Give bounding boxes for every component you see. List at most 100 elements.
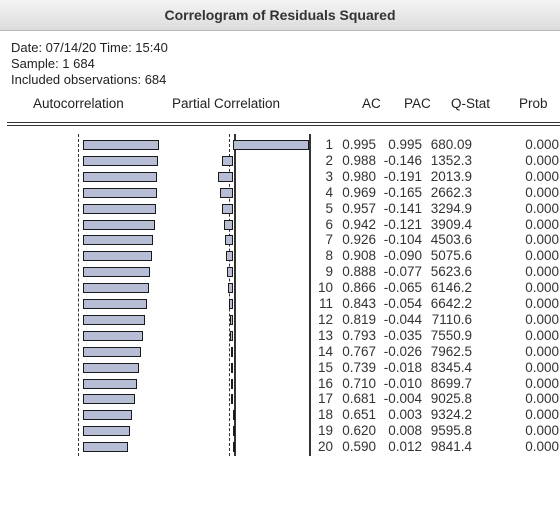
pac-value: -0.121 — [383, 216, 422, 232]
pac-value: -0.010 — [383, 375, 422, 391]
prob-value: 0.000 — [525, 137, 559, 152]
qstat-value: 2662.3 — [430, 184, 472, 200]
ac-value: 0.995 — [342, 137, 376, 152]
qstat-value: 7550.9 — [430, 327, 472, 343]
ac-bar — [83, 171, 158, 182]
ac-value: 0.926 — [342, 232, 376, 248]
pac-value: -0.054 — [383, 296, 422, 311]
pac-value: -0.044 — [383, 311, 422, 327]
ac-value: 0.793 — [342, 327, 376, 343]
pac-value: -0.077 — [383, 264, 422, 280]
prob-header: Prob — [519, 96, 548, 111]
lag-cell: 3 — [325, 168, 333, 184]
pac-bar — [222, 203, 233, 214]
ac-bar — [83, 362, 140, 373]
ac-bar — [83, 235, 154, 246]
ac-value: 0.843 — [342, 296, 376, 311]
ac-value: 0.866 — [342, 280, 376, 296]
window-title: Correlogram of Residuals Squared — [0, 0, 560, 31]
prob-value: 0.000 — [525, 280, 559, 296]
lag-cell: 4 — [325, 184, 333, 200]
qstat-value: 2013.9 — [430, 168, 472, 184]
lag-cell: 9 — [325, 264, 333, 280]
lag-cell: 12 — [317, 311, 333, 327]
prob-value: 0.000 — [525, 248, 559, 264]
pac-value: 0.995 — [388, 137, 422, 152]
qstat-value: 7962.5 — [430, 343, 472, 359]
observations-line: Included observations: 684 — [11, 72, 167, 87]
qstat-value: 6146.2 — [430, 280, 472, 296]
qstat-value: 3909.4 — [430, 216, 472, 232]
lag-cell: 19 — [317, 423, 333, 439]
lag-cell: 2 — [325, 152, 333, 168]
ac-value: 0.988 — [342, 152, 376, 168]
ac-value: 0.980 — [342, 168, 376, 184]
ac-value: 0.681 — [342, 391, 376, 407]
qstat-value: 9324.2 — [430, 407, 472, 423]
ac-bar — [83, 330, 144, 341]
qstat-header: Q-Stat — [451, 96, 491, 111]
prob-value: 0.000 — [525, 152, 559, 168]
ac-bar — [83, 203, 156, 214]
ac-value: 0.908 — [342, 248, 376, 264]
qstat-value: 680.09 — [430, 137, 472, 152]
ac-bar — [83, 140, 159, 150]
ac-bar — [83, 155, 159, 166]
pac-value: -0.026 — [383, 343, 422, 359]
pac-value: -0.165 — [383, 184, 422, 200]
pac-header: PAC — [404, 96, 431, 111]
ac-bar — [83, 299, 148, 309]
ac-bar — [83, 251, 152, 262]
pac-bar — [231, 378, 233, 389]
lag-cell: 10 — [317, 280, 333, 296]
lag-cell: 20 — [317, 439, 333, 455]
lag-cell: 1 — [325, 137, 333, 152]
sample-line: Sample: 1 684 — [11, 56, 95, 71]
ac-header: AC — [362, 96, 381, 111]
partial-correlation-header: Partial Correlation — [172, 96, 281, 111]
ac-value: 0.739 — [342, 359, 376, 375]
ac-bar — [83, 283, 149, 294]
pac-bar — [221, 155, 233, 166]
header-separator-double — [7, 125, 560, 126]
lag-cell: 16 — [317, 375, 333, 391]
pac-zero-axis — [229, 134, 230, 457]
pac-bar — [231, 394, 233, 405]
prob-value: 0.000 — [525, 359, 559, 375]
pac-value: -0.191 — [383, 168, 422, 184]
date-time-line: Date: 07/14/20 Time: 15:40 — [11, 40, 168, 55]
pac-value: -0.146 — [383, 152, 422, 168]
pac-value: -0.104 — [383, 232, 422, 248]
pac-bar — [223, 219, 233, 230]
ac-value: 0.651 — [342, 407, 376, 423]
ac-value: 0.969 — [342, 184, 376, 200]
pac-bar — [233, 442, 235, 453]
header-separator — [7, 122, 560, 123]
prob-value: 0.000 — [525, 375, 559, 391]
pac-value: -0.141 — [383, 200, 422, 216]
qstat-value: 9841.4 — [430, 439, 472, 455]
pac-bar — [229, 314, 233, 325]
pac-value: 0.012 — [388, 439, 422, 455]
ac-bar — [83, 426, 131, 437]
pac-value: 0.008 — [388, 423, 422, 439]
qstat-value: 3294.9 — [430, 200, 472, 216]
pac-bar — [231, 346, 233, 357]
prob-value: 0.000 — [525, 311, 559, 327]
pac-value: -0.018 — [383, 359, 422, 375]
ac-bar — [83, 267, 151, 278]
pac-value: -0.004 — [383, 391, 422, 407]
qstat-value: 5623.6 — [430, 264, 472, 280]
ac-bar — [83, 378, 137, 389]
qstat-value: 8345.4 — [430, 359, 472, 375]
prob-value: 0.000 — [525, 216, 559, 232]
lag-cell: 8 — [325, 248, 333, 264]
prob-value: 0.000 — [525, 296, 559, 311]
lag-cell: 17 — [317, 391, 333, 407]
ac-bar — [83, 346, 142, 357]
pac-bar — [233, 140, 309, 150]
lag-cell: 11 — [318, 296, 333, 311]
lag-cell: 18 — [317, 407, 333, 423]
prob-value: 0.000 — [525, 232, 559, 248]
pac-bar — [233, 426, 235, 437]
